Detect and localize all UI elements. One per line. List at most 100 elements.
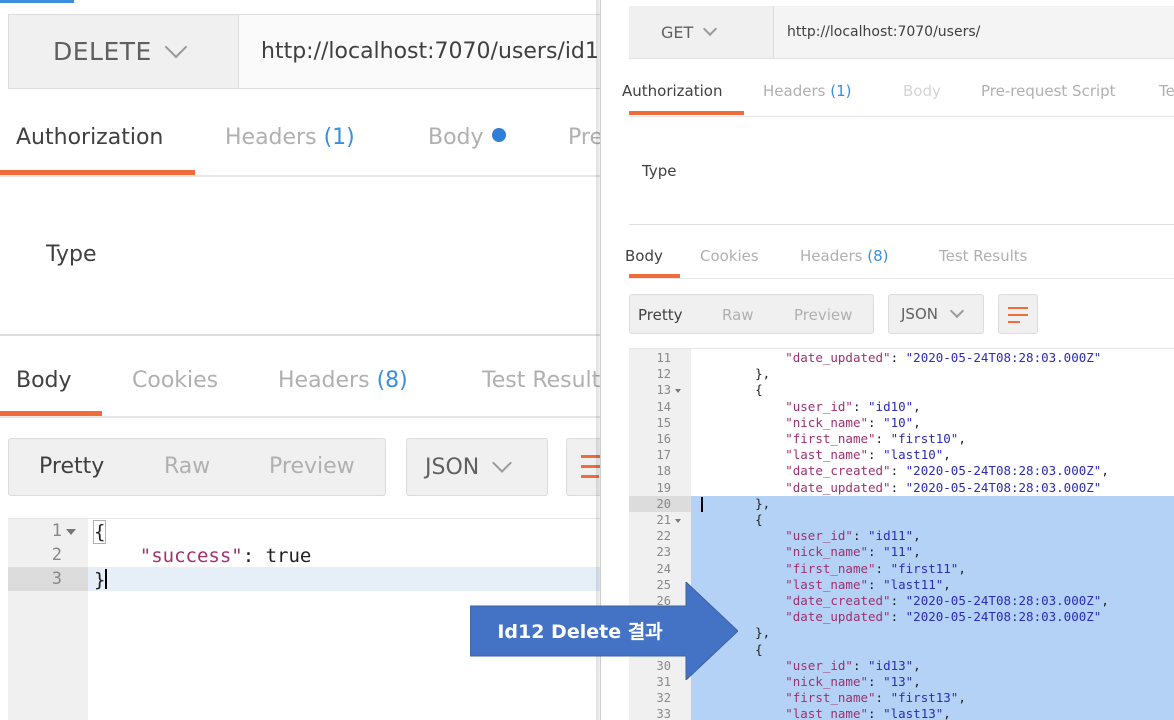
body-modified-dot-icon xyxy=(491,128,506,142)
tab-cookies[interactable]: Cookies xyxy=(700,247,759,265)
response-headers-count: (8) xyxy=(867,247,889,265)
wrap-lines-button[interactable] xyxy=(998,294,1038,334)
line-number: 12 xyxy=(656,367,671,381)
tab-headers[interactable]: Headers (1) xyxy=(763,82,851,100)
json-value: "2020-05-24T08:28:03.000Z" xyxy=(905,593,1102,608)
json-key: "date_updated" xyxy=(785,480,891,495)
line-number: 23 xyxy=(656,545,671,559)
chevron-down-icon xyxy=(949,303,965,319)
json-value: "2020-05-24T08:28:03.000Z" xyxy=(905,350,1102,365)
tab-test-results[interactable]: Test Results xyxy=(939,247,1027,265)
code-line: { xyxy=(755,382,763,397)
response-tabs: Body Cookies Headers (8) Test Results xyxy=(0,356,600,418)
active-tab-underline xyxy=(0,170,195,175)
headers-count: (1) xyxy=(323,125,355,150)
tab-response-body[interactable]: Body xyxy=(16,368,72,393)
code-line: }, xyxy=(755,366,771,381)
json-value: "last13" xyxy=(883,706,944,720)
line-number: 32 xyxy=(656,691,671,705)
tab-response-headers[interactable]: Headers (8) xyxy=(800,247,888,265)
tab-headers[interactable]: Headers (1) xyxy=(225,125,355,150)
json-key: "user_id" xyxy=(785,399,853,414)
tab-cookies[interactable]: Cookies xyxy=(132,368,218,393)
wrap-lines-button[interactable] xyxy=(566,438,600,496)
chevron-down-icon xyxy=(703,21,718,37)
line-number: 13 xyxy=(629,382,691,398)
chevron-down-icon xyxy=(164,35,188,58)
line-number: 20 xyxy=(629,496,691,512)
code-line: "first_name": "first11", xyxy=(785,561,966,576)
json-value: "2020-05-24T08:28:03.000Z" xyxy=(905,463,1102,478)
url-input[interactable]: http://localhost:7070/users/id12 xyxy=(238,14,600,89)
line-number: 14 xyxy=(656,400,671,414)
auth-type-label: Type xyxy=(46,242,97,267)
line-number: 2 xyxy=(51,545,62,565)
code-line: "last_name": "last11", xyxy=(785,577,951,592)
code-line: "last_name": "last10", xyxy=(785,447,951,462)
format-pretty[interactable]: Pretty xyxy=(39,454,104,479)
method-select[interactable]: DELETE xyxy=(8,14,238,89)
format-preview[interactable]: Preview xyxy=(269,454,355,479)
json-value: "id11" xyxy=(868,528,914,543)
tab-tests[interactable]: Tests xyxy=(1159,82,1174,100)
code-line: "date_created": "2020-05-24T08:28:03.000… xyxy=(785,463,1109,478)
tab-test-results[interactable]: Test Results xyxy=(482,368,600,393)
line-number: 22 xyxy=(656,529,671,543)
tab-authorization[interactable]: Authorization xyxy=(16,125,163,150)
fold-arrow-icon[interactable] xyxy=(66,529,76,535)
method-label: GET xyxy=(661,22,694,42)
json-key: "user_id" xyxy=(785,528,853,543)
format-select-label: JSON xyxy=(901,305,938,323)
code-line: } xyxy=(94,569,108,591)
method-label: DELETE xyxy=(53,37,152,66)
fold-arrow-icon[interactable] xyxy=(675,519,681,523)
code-line: "first_name": "first13", xyxy=(785,690,966,705)
json-key: "nick_name" xyxy=(785,674,869,689)
tab-body[interactable]: Body xyxy=(428,125,506,150)
json-key: "last_name" xyxy=(785,577,869,592)
line-number: 16 xyxy=(656,432,671,446)
json-value: "first13" xyxy=(890,690,959,705)
tab-authorization[interactable]: Authorization xyxy=(622,82,722,100)
annotation-label: Id12 Delete 결과 xyxy=(497,620,663,643)
top-progress-bar xyxy=(0,0,600,4)
json-value: "last10" xyxy=(883,447,944,462)
request-tabs: Authorization Headers (1) Body Pre-reque… xyxy=(622,70,1174,117)
divider xyxy=(629,224,1174,225)
json-value: "first11" xyxy=(890,561,959,576)
json-value: "first10" xyxy=(890,431,959,446)
code-line: "user_id": "id10", xyxy=(785,399,921,414)
json-value: "id10" xyxy=(868,399,914,414)
format-preview[interactable]: Preview xyxy=(794,306,852,324)
format-pretty[interactable]: Pretty xyxy=(638,306,683,324)
tab-response-body[interactable]: Body xyxy=(625,247,663,265)
auth-type-label: Type xyxy=(642,162,677,180)
code-line: "user_id": "id13", xyxy=(785,658,921,673)
format-raw[interactable]: Raw xyxy=(164,454,210,479)
method-select[interactable]: GET xyxy=(629,6,774,58)
code-line: "first_name": "first10", xyxy=(785,431,966,446)
url-input[interactable]: http://localhost:7070/users/ xyxy=(787,6,980,58)
json-value: "id13" xyxy=(868,658,914,673)
json-key: "first_name" xyxy=(785,690,876,705)
format-raw[interactable]: Raw xyxy=(722,306,754,324)
json-key: "first_name" xyxy=(785,561,876,576)
tab-body[interactable]: Body xyxy=(903,82,941,100)
code-line: "date_updated": "2020-05-24T08:28:03.000… xyxy=(785,350,1102,365)
format-select[interactable]: JSON xyxy=(888,294,984,334)
tab-pre-request-script[interactable]: Pre-request Script xyxy=(981,82,1116,100)
code-line: "nick_name": "11", xyxy=(785,544,921,559)
code-line: "user_id": "id11", xyxy=(785,528,921,543)
json-value: "11" xyxy=(883,544,914,559)
tab-response-headers[interactable]: Headers (8) xyxy=(278,368,408,393)
response-tabs: Body Cookies Headers (8) Test Results xyxy=(625,236,1174,279)
request-tabs: Authorization Headers (1) Body Pre-reque… xyxy=(0,115,600,177)
text-cursor xyxy=(105,569,108,589)
chevron-down-icon xyxy=(492,453,513,473)
code-line: "nick_name": "10", xyxy=(785,415,921,430)
fold-arrow-icon[interactable] xyxy=(675,389,681,393)
code-line: "date_updated": "2020-05-24T08:28:03.000… xyxy=(785,609,1102,624)
line-number: 11 xyxy=(656,351,671,365)
format-tabs: Pretty Raw Preview xyxy=(8,438,386,496)
format-select[interactable]: JSON xyxy=(406,438,548,496)
